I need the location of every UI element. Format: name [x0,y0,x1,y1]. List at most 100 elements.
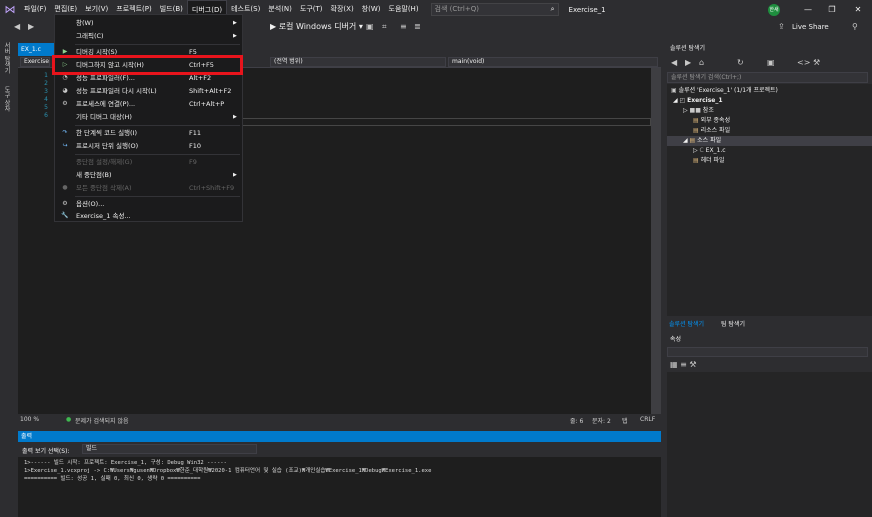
menu-file[interactable]: 파일(F) [20,0,50,19]
relaunch-profiler-icon: ◕ [62,87,68,94]
tree-item-solution[interactable]: ▣ 솔루션 'Exercise_1' (1/1개 프로젝트) [671,86,778,96]
back-icon[interactable]: ◀ [14,21,20,33]
menu-item-relaunch-profiler[interactable]: ◕ 성능 프로파일러 다시 시작(L) Shift+Alt+F2 [55,85,242,97]
screenshot-icon[interactable]: ⌗ [382,21,387,33]
live-share-button[interactable]: Live Share [792,21,829,33]
avatar[interactable]: 한새 [768,4,780,16]
wrench-icon: 🔧 [61,212,69,219]
properties-object-select[interactable] [667,347,868,357]
close-button[interactable]: ✕ [846,0,870,19]
solution-icon: ▣ [671,87,677,94]
menu-item-project-properties[interactable]: 🔧 Exercise_1 속성... [55,210,242,222]
project-icon: ◰ [679,97,686,104]
line-number: 3 [44,88,48,95]
menu-analyze[interactable]: 분석(N) [264,0,296,19]
menu-item-other-debug-targets[interactable]: 기타 디버그 대상(H) ▶ [55,111,242,123]
tab-toolbox[interactable]: 도구 상자 [2,86,11,112]
submenu-arrow-icon: ▶ [233,33,237,39]
menu-window[interactable]: 창(W) [358,0,385,19]
sync-icon[interactable]: ↻ [737,57,744,69]
output-panel-header[interactable]: 출력 [18,431,661,442]
solution-search-input[interactable]: 솔루션 탐색기 검색(Ctrl+;) [667,72,868,83]
tree-item-header-files[interactable]: ▤ 헤더 파일 [693,156,725,166]
search-icon: ⌕ [550,5,555,13]
tree-item-label: 외부 종속성 [700,117,731,124]
collapse-icon[interactable]: ▣ [767,57,775,69]
tree-item-resource-files[interactable]: ▤ 리소스 파일 [693,126,730,136]
folder-icon[interactable]: ▣ [366,21,374,33]
zoom-level[interactable]: 100 % [20,416,39,423]
menu-item-toggle-breakpoint[interactable]: 중단점 설정/해제(G) F9 [55,156,242,168]
tree-item-project[interactable]: ◢ ◰ Exercise_1 [673,96,723,106]
eol-indicator: CRLF [640,416,656,423]
line-number: 1 [44,72,48,79]
folder-icon: ▤ [693,157,699,164]
wrench-icon[interactable]: ⚒ [689,360,696,369]
gear-icon: ⚙ [62,200,68,207]
alphabetical-icon[interactable]: ≡ [680,360,687,369]
code-icon[interactable]: ≡ [400,21,407,33]
line-number: 5 [44,104,48,111]
tab-solution-explorer[interactable]: 솔루션 탐색기 [669,319,704,328]
tree-item-external-deps[interactable]: ▤ 외부 종속성 [693,116,730,126]
menu-item-options[interactable]: ⚙ 옵션(O)... [55,198,242,210]
search-input[interactable]: 검색 (Ctrl+Q) ⌕ [430,3,559,16]
folder-icon: ▤ [693,117,699,124]
line-number: 6 [44,112,48,119]
tree-item-label: 리소스 파일 [700,127,731,134]
forward-icon[interactable]: ▶ [28,21,34,33]
tab-team-explorer[interactable]: 팀 탐색기 [721,319,745,328]
tree-item-ex1-c[interactable]: ▷ C EX_1.c [693,146,726,156]
code-icon[interactable]: <> [797,57,810,69]
menu-item-window[interactable]: 창(W) ▶ [55,17,242,29]
tab-server-explorer[interactable]: 서버 탐색기 [2,42,11,74]
wrench-icon[interactable]: ⚒ [813,57,820,69]
comment-icon[interactable]: ≣ [414,21,421,33]
back-icon[interactable]: ◀ [671,57,677,69]
menu-item-step-over[interactable]: ↪ 프로시저 단위 실행(O) F10 [55,140,242,152]
scope-combo[interactable]: (전역 범위) [270,57,446,67]
references-icon: ■■ [689,107,701,114]
solution-tree: ▣ 솔루션 'Exercise_1' (1/1개 프로젝트) ◢ ◰ Exerc… [667,84,872,316]
project-combo[interactable]: Exercise [20,57,50,67]
tab-indicator: 탭 [622,418,628,425]
menu-tools[interactable]: 도구(T) [296,0,327,19]
menu-help[interactable]: 도움말(H) [385,0,423,19]
editor-scrollbar[interactable] [651,68,661,414]
issues-status[interactable]: 문제가 검색되지 않음 [75,416,129,425]
tree-item-source-files[interactable]: ◢ ▤ 소스 파일 [667,136,872,146]
forward-icon[interactable]: ▶ [685,57,691,69]
c-file-icon: C [699,147,704,154]
delete-breakpoints-icon: ● [62,184,68,191]
output-text[interactable]: 1>------ 빌드 시작: 프로젝트: Exercise_1, 구성: De… [18,457,661,517]
home-icon[interactable]: ⌂ [699,57,704,69]
menu-item-delete-all-breakpoints[interactable]: ● 모든 중단점 삭제(A) Ctrl+Shift+F9 [55,182,242,194]
char-indicator: 문자: 2 [592,418,611,425]
menu-item-step-into[interactable]: ↷ 한 단계씩 코드 실행(I) F11 [55,127,242,139]
tree-item-references[interactable]: ▷ ■■ 참조 [683,106,714,116]
folder-icon: ▤ [689,137,696,144]
menu-item-new-breakpoint[interactable]: 새 중단점(B) ▶ [55,169,242,181]
feedback-icon[interactable]: ⚲ [852,21,858,33]
properties-header: 속성 [667,334,872,346]
solution-explorer-title: 솔루션 탐색기 [670,45,706,52]
solution-explorer-header: 솔루션 탐색기 [667,43,872,55]
live-share-icon[interactable]: ⇪ [778,21,785,33]
menu-separator [75,125,240,126]
left-tool-tabs: 서버 탐색기 도구 상자 [0,40,14,420]
minimize-button[interactable]: — [796,0,820,19]
menu-item-attach-to-process[interactable]: ⚙ 프로세스에 연결(P)... Ctrl+Alt+P [55,98,242,110]
run-debugger-button[interactable]: ▶ 로컬 Windows 디버거 ▾ [270,21,363,33]
highlight-annotation-box [52,55,243,75]
output-source-select[interactable]: 빌드 [82,444,257,454]
maximize-button[interactable]: ❐ [820,0,844,19]
function-combo[interactable]: main(void) [448,57,658,67]
step-over-icon: ↪ [62,142,68,149]
menu-item-graphics[interactable]: 그래픽(C) ▶ [55,30,242,42]
menu-extensions[interactable]: 확장(X) [327,0,358,19]
menu-separator [75,44,240,45]
solution-explorer-toolbar: ◀ ▶ ⌂ ↻ ▣ <> ⚒ [667,55,872,71]
debug-menu-dropdown: 창(W) ▶ 그래픽(C) ▶ ▶ 디버깅 시작(S) F5 ▷ 디버그하지 않… [54,14,243,222]
tree-item-label: Exercise_1 [687,97,723,104]
categorized-icon[interactable]: ▦ [670,360,678,369]
